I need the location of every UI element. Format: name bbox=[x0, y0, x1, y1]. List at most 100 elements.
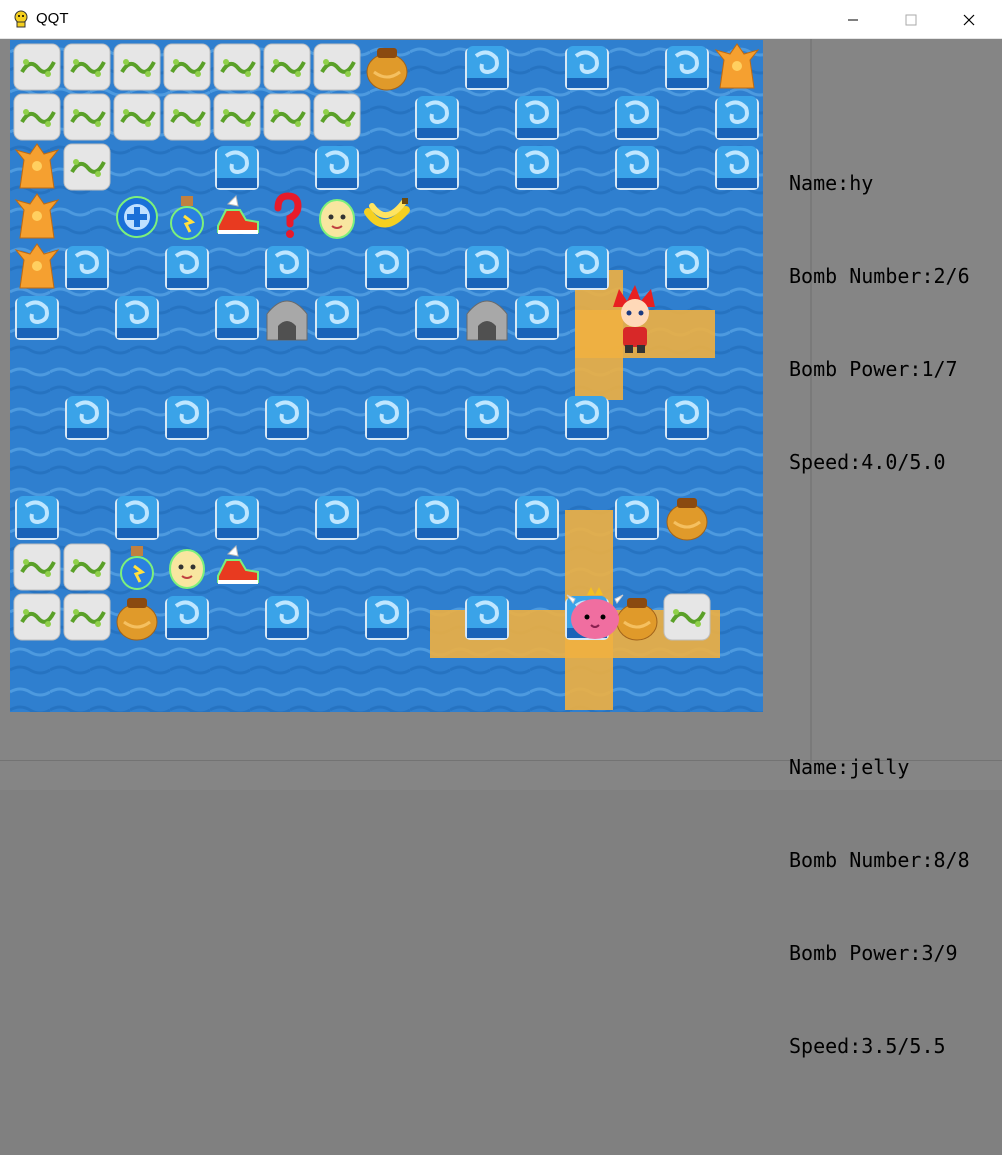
vine-rock-tile bbox=[113, 93, 161, 141]
window-title: QQT bbox=[36, 10, 69, 27]
ice-block-tile bbox=[65, 246, 109, 290]
ice-block-tile bbox=[615, 96, 659, 140]
ice-block-tile bbox=[565, 46, 609, 90]
player-1-bomb-number: Bomb Number:2/6 bbox=[789, 264, 970, 288]
game-board[interactable] bbox=[10, 40, 763, 712]
vine-rock-tile bbox=[213, 93, 261, 141]
ice-block-tile bbox=[115, 296, 159, 340]
vine-rock-tile bbox=[63, 593, 111, 641]
player-hy-sprite bbox=[613, 285, 655, 353]
ice-block-tile bbox=[15, 296, 59, 340]
ice-block-tile bbox=[465, 396, 509, 440]
ice-block-tile bbox=[615, 496, 659, 540]
ice-block-tile bbox=[65, 396, 109, 440]
player-2-bomb-power: Bomb Power:3/9 bbox=[789, 941, 958, 965]
ice-block-tile bbox=[515, 96, 559, 140]
player-stats-panel: Name:hy Bomb Number:2/6 Bomb Power:1/7 S… bbox=[789, 44, 970, 1155]
player-2-stats: Name:jelly Bomb Number:8/8 Bomb Power:3/… bbox=[789, 690, 970, 1124]
minimize-icon bbox=[848, 19, 858, 20]
ice-block-tile bbox=[515, 296, 559, 340]
minimize-button[interactable] bbox=[830, 0, 876, 39]
vine-rock-tile bbox=[63, 543, 111, 591]
ice-block-tile bbox=[515, 146, 559, 190]
orange-coral-tile bbox=[714, 43, 760, 89]
shoe-item bbox=[217, 194, 259, 234]
ice-block-tile bbox=[165, 246, 209, 290]
ice-block-tile bbox=[465, 246, 509, 290]
player-1-speed: Speed:4.0/5.0 bbox=[789, 450, 946, 474]
potion-item bbox=[170, 196, 204, 240]
ice-block-tile bbox=[465, 596, 509, 640]
app-icon bbox=[14, 10, 28, 28]
maximize-button[interactable] bbox=[888, 0, 934, 39]
ice-block-tile bbox=[215, 146, 259, 190]
vine-rock-tile bbox=[113, 43, 161, 91]
ice-block-tile bbox=[665, 46, 709, 90]
player-2-speed: Speed:3.5/5.5 bbox=[789, 1034, 946, 1058]
ice-block-tile bbox=[215, 496, 259, 540]
close-icon bbox=[963, 14, 975, 25]
vine-rock-tile bbox=[163, 43, 211, 91]
ice-block-tile bbox=[665, 246, 709, 290]
ice-block-tile bbox=[665, 396, 709, 440]
vine-rock-tile bbox=[263, 93, 311, 141]
window-titlebar: QQT bbox=[0, 0, 1002, 39]
vine-rock-tile bbox=[63, 143, 111, 191]
player-2-bomb-number: Bomb Number:8/8 bbox=[789, 848, 970, 872]
ice-block-tile bbox=[165, 396, 209, 440]
vine-rock-tile bbox=[663, 593, 711, 641]
orange-coral-tile bbox=[14, 243, 60, 289]
maximize-icon bbox=[905, 14, 917, 25]
ice-block-tile bbox=[615, 146, 659, 190]
player-2-name: Name:jelly bbox=[789, 755, 910, 779]
ice-block-tile bbox=[415, 146, 459, 190]
ice-block-tile bbox=[415, 496, 459, 540]
player-1-bomb-power: Bomb Power:1/7 bbox=[789, 357, 958, 381]
clay-jar-tile bbox=[666, 498, 708, 541]
close-button[interactable] bbox=[946, 0, 992, 39]
question-item bbox=[274, 192, 302, 238]
ice-block-tile bbox=[265, 396, 309, 440]
ice-block-tile bbox=[315, 496, 359, 540]
player-1-name: Name:hy bbox=[789, 171, 874, 195]
ice-block-tile bbox=[315, 146, 359, 190]
clay-jar-tile bbox=[116, 598, 158, 641]
orange-coral-tile bbox=[14, 143, 60, 189]
vine-rock-tile bbox=[213, 43, 261, 91]
vine-rock-tile bbox=[13, 593, 61, 641]
ice-block-tile bbox=[415, 296, 459, 340]
egg-item bbox=[169, 549, 205, 589]
bubble-item bbox=[116, 196, 158, 238]
ice-block-tile bbox=[465, 46, 509, 90]
ice-block-tile bbox=[415, 96, 459, 140]
ice-block-tile bbox=[265, 246, 309, 290]
ice-block-tile bbox=[515, 496, 559, 540]
ice-block-tile bbox=[15, 496, 59, 540]
ice-block-tile bbox=[215, 296, 259, 340]
vine-rock-tile bbox=[63, 43, 111, 91]
potion-item bbox=[120, 546, 154, 590]
orange-coral-tile bbox=[14, 193, 60, 239]
vine-rock-tile bbox=[313, 43, 361, 91]
ice-block-tile bbox=[115, 496, 159, 540]
vine-rock-tile bbox=[313, 93, 361, 141]
vine-rock-tile bbox=[13, 93, 61, 141]
ice-block-tile bbox=[715, 146, 759, 190]
ice-block-tile bbox=[365, 396, 409, 440]
ice-block-tile bbox=[715, 96, 759, 140]
vine-rock-tile bbox=[63, 93, 111, 141]
stone-hut-tile bbox=[466, 300, 508, 341]
stone-hut-tile bbox=[266, 300, 308, 341]
vine-rock-tile bbox=[13, 543, 61, 591]
vine-rock-tile bbox=[13, 43, 61, 91]
orange-coral-tile bbox=[762, 92, 763, 142]
vine-rock-tile bbox=[163, 93, 211, 141]
shoe-item bbox=[217, 544, 259, 584]
clay-jar-tile bbox=[366, 48, 408, 91]
banana-item bbox=[364, 198, 410, 228]
player-jelly-sprite bbox=[566, 587, 624, 639]
ice-block-tile bbox=[365, 596, 409, 640]
player-1-stats: Name:hy Bomb Number:2/6 Bomb Power:1/7 S… bbox=[789, 106, 970, 540]
ice-block-tile bbox=[565, 396, 609, 440]
ice-block-tile bbox=[265, 596, 309, 640]
